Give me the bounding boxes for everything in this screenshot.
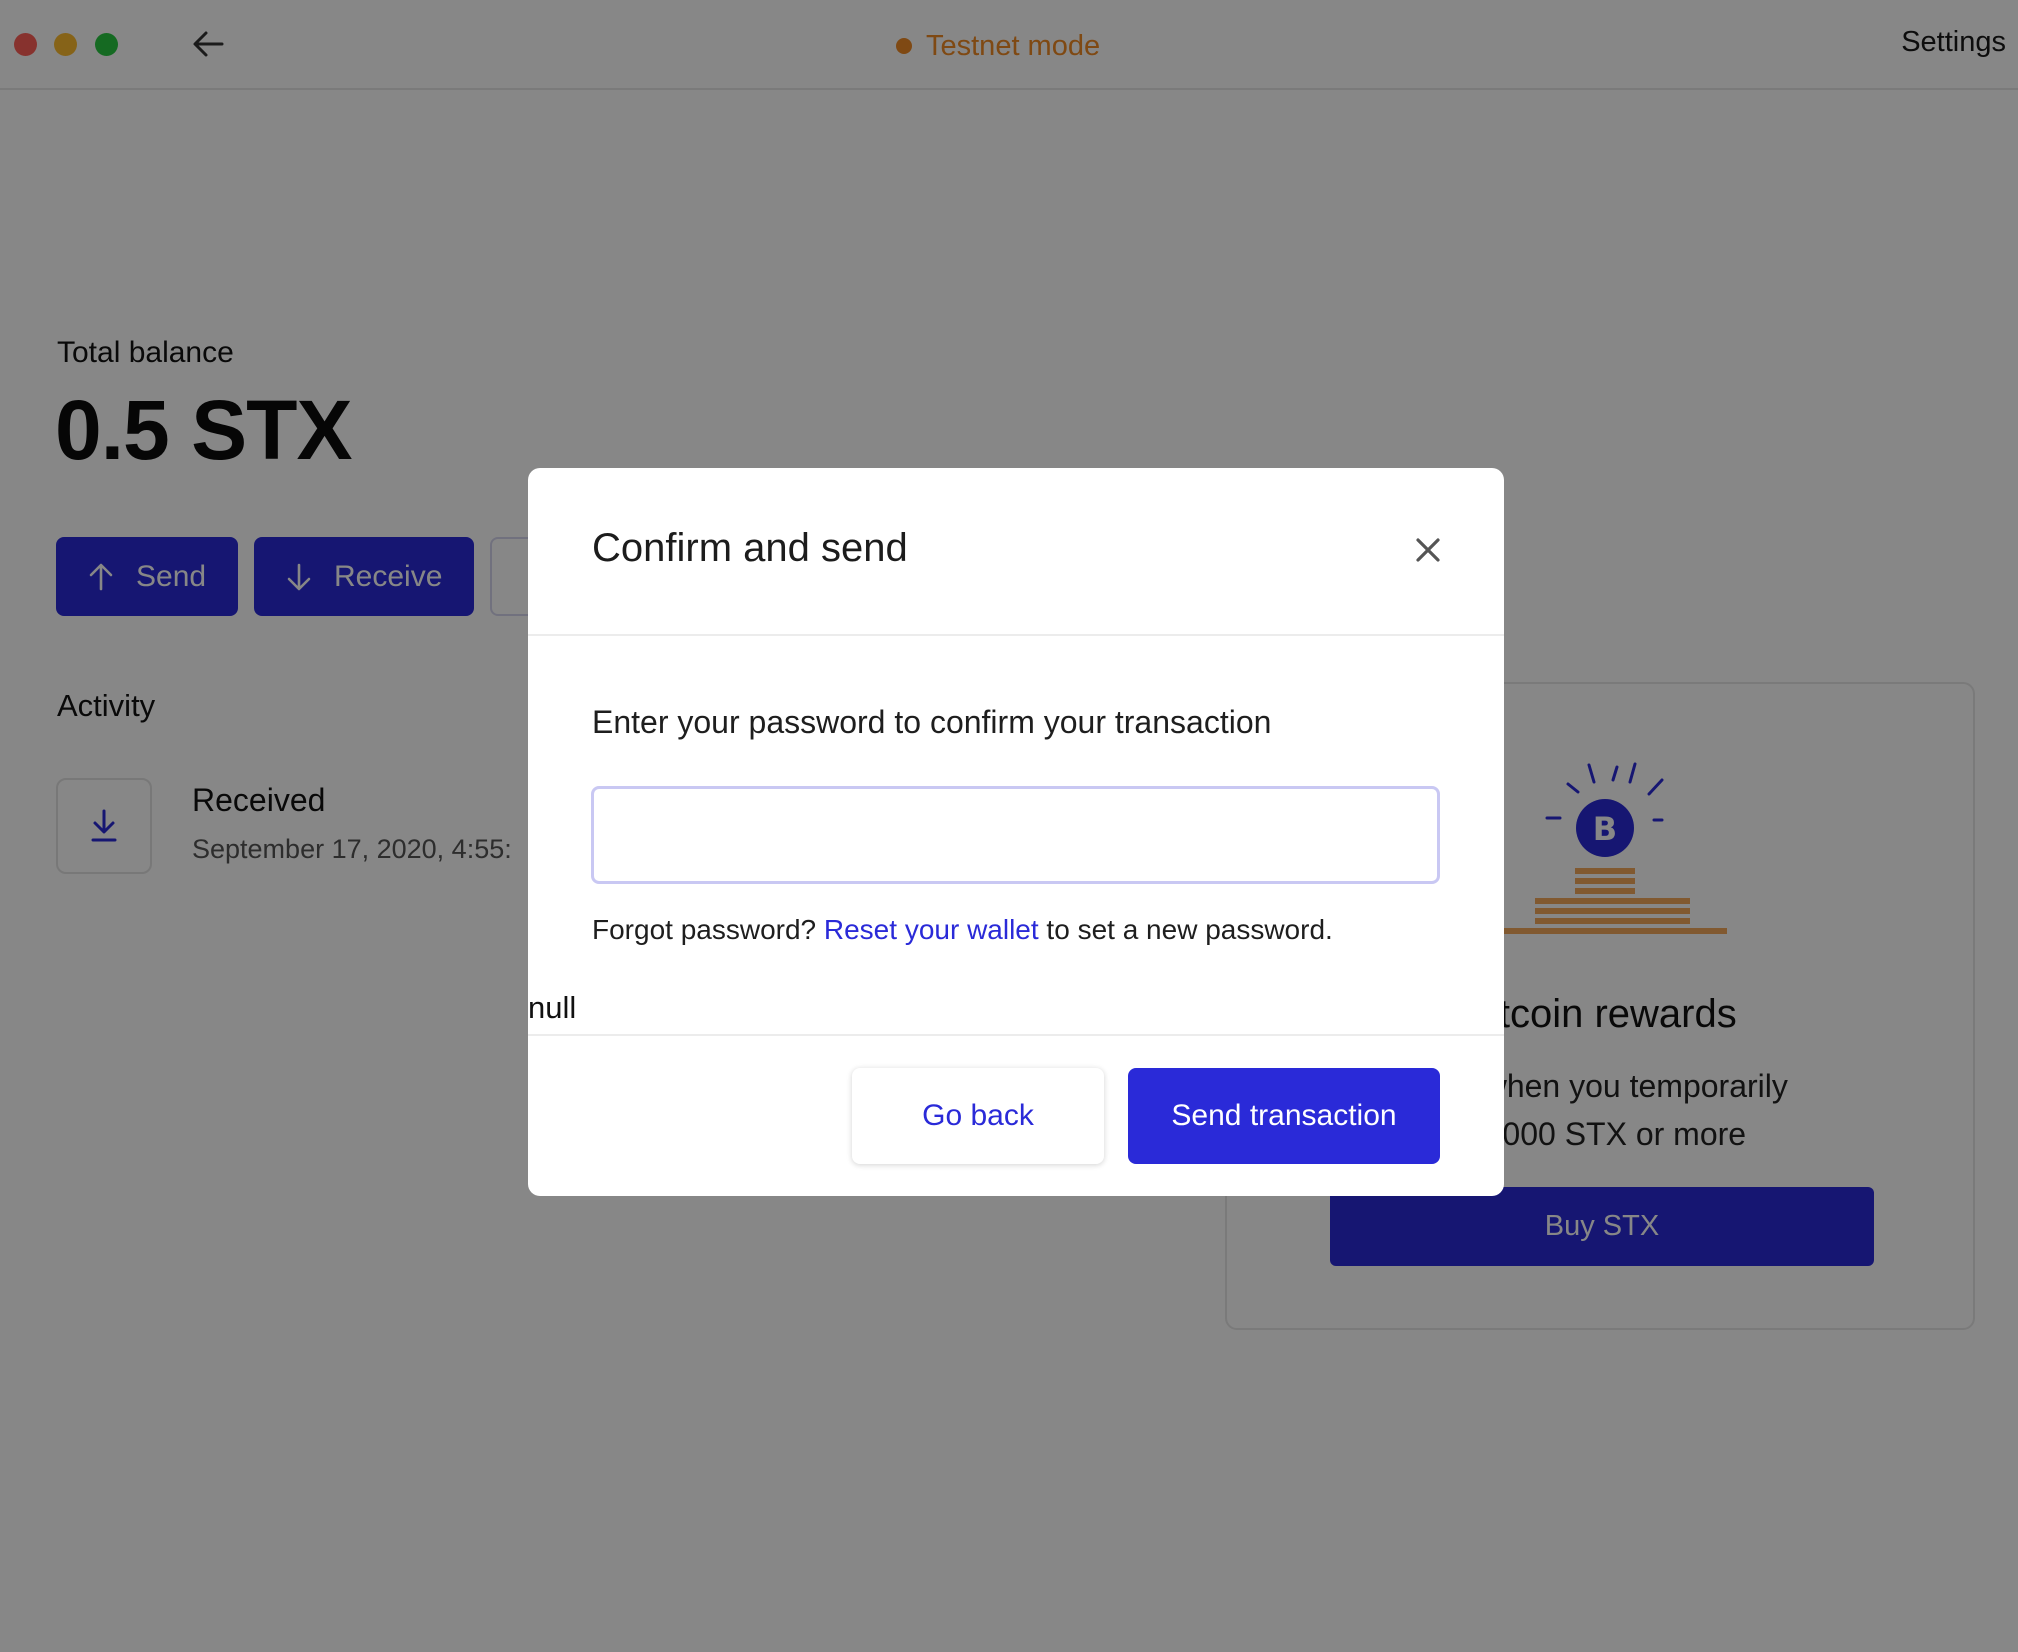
- forgot-suffix: to set a new password.: [1038, 914, 1333, 945]
- dialog-divider: [528, 1034, 1504, 1036]
- close-icon[interactable]: [1410, 532, 1446, 568]
- forgot-prefix: Forgot password?: [592, 914, 824, 945]
- reset-wallet-link[interactable]: Reset your wallet: [824, 914, 1039, 945]
- debug-null-text: null: [528, 990, 577, 1025]
- dialog-header: Confirm and send: [528, 468, 1504, 636]
- password-prompt: Enter your password to confirm your tran…: [592, 704, 1272, 740]
- password-input[interactable]: [591, 786, 1440, 884]
- dialog-title: Confirm and send: [592, 526, 908, 570]
- wallet-app: Testnet mode Settings Total balance 0.5 …: [0, 0, 2018, 1652]
- confirm-send-dialog: Confirm and send Enter your password to …: [528, 468, 1504, 1196]
- forgot-password-text: Forgot password? Reset your wallet to se…: [592, 914, 1333, 946]
- go-back-button[interactable]: Go back: [852, 1068, 1104, 1164]
- send-transaction-button[interactable]: Send transaction: [1128, 1068, 1440, 1164]
